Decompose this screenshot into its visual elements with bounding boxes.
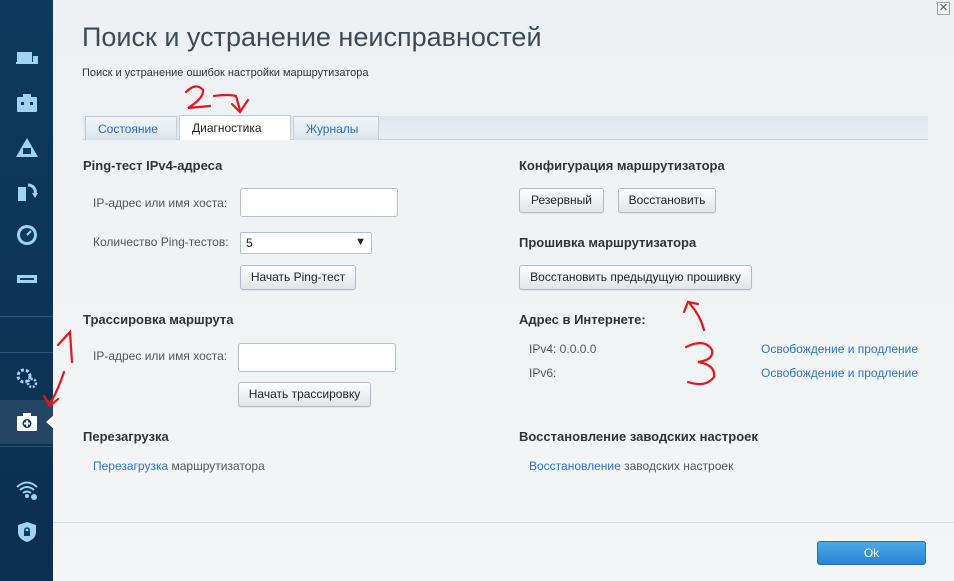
factory-text: заводских настроек (620, 459, 734, 473)
factory-reset-link[interactable]: Восстановление (529, 459, 621, 473)
sidebar-item-wifi[interactable] (0, 468, 53, 512)
ok-button[interactable]: Ok (817, 541, 926, 565)
sidebar-item-clock[interactable] (0, 213, 53, 257)
sidebar-item-toolbox[interactable] (0, 81, 53, 125)
page-subtitle: Поиск и устранение ошибок настройки марш… (82, 67, 369, 79)
ipv6-release-renew-link[interactable]: Освобождение и продление (761, 366, 918, 380)
sidebar-item-usb[interactable] (0, 257, 53, 301)
sidebar-item-security[interactable] (0, 510, 53, 554)
main-panel: ✕ Поиск и устранение неисправностей Поис… (53, 0, 954, 581)
ping-count-label: Количество Ping-тестов: (93, 235, 229, 249)
troubleshooting-icon (16, 413, 37, 431)
trace-host-input[interactable] (238, 343, 396, 372)
sidebar-item-update[interactable] (0, 170, 53, 214)
restore-previous-firmware-button[interactable]: Восстановить предыдущую прошивку (519, 265, 752, 290)
reboot-text: маршрутизатора (168, 459, 265, 473)
settings-icon (16, 368, 37, 389)
sidebar (0, 0, 54, 581)
factory-heading: Восстановление заводских настроек (519, 429, 758, 444)
ping-count-value: 5 (246, 236, 253, 250)
config-heading: Конфигурация маршрутизатора (519, 158, 725, 173)
page-title: Поиск и устранение неисправностей (82, 22, 542, 52)
internet-heading: Адрес в Интернете: (519, 312, 646, 327)
start-trace-button[interactable]: Начать трассировку (238, 382, 371, 407)
ping-host-label: IP-адрес или имя хоста: (93, 196, 228, 210)
backup-button[interactable]: Резервный (519, 188, 604, 213)
firmware-heading: Прошивка маршрутизатора (519, 235, 697, 250)
factory-row: Восстановление заводских настроек (529, 459, 733, 473)
tab-bar: Состояние Диагностика Журналы (83, 115, 928, 140)
ping-heading: Ping-тест IPv4-адреса (83, 158, 223, 173)
tab-logs[interactable]: Журналы (293, 116, 379, 140)
clock-icon (16, 225, 37, 245)
wifi-settings-icon (15, 481, 38, 500)
tab-status[interactable]: Состояние (85, 116, 177, 140)
ipv4-release-renew-link[interactable]: Освобождение и продление (761, 342, 918, 356)
trace-host-label: IP-адрес или имя хоста: (93, 349, 228, 363)
sidebar-item-network-map[interactable] (0, 126, 53, 170)
security-icon (17, 522, 36, 542)
ping-host-input[interactable] (240, 188, 398, 217)
ping-count-select[interactable]: 5 ▼ (240, 232, 372, 254)
chevron-down-icon: ▼ (355, 236, 366, 248)
sidebar-item-devices[interactable] (0, 37, 53, 81)
start-ping-button[interactable]: Начать Ping-тест (240, 265, 356, 290)
network-map-icon (15, 138, 38, 157)
sidebar-divider (0, 352, 53, 353)
ipv6-label: IPv6: (529, 366, 557, 380)
content-area: Ping-тест IPv4-адреса IP-адрес или имя х… (83, 140, 928, 524)
restore-button[interactable]: Восстановить (618, 188, 716, 213)
update-icon (17, 183, 38, 201)
devices-icon (15, 52, 38, 64)
reboot-row: Перезагрузка маршрутизатора (93, 459, 265, 473)
toolbox-icon (16, 94, 37, 112)
reboot-link[interactable]: Перезагрузка (93, 459, 168, 473)
sidebar-divider (0, 316, 53, 317)
close-icon[interactable]: ✕ (937, 2, 950, 15)
ipv4-label: IPv4: 0.0.0.0 (529, 342, 597, 356)
tab-diagnostics[interactable]: Диагностика (179, 115, 291, 140)
sidebar-item-settings[interactable] (0, 356, 53, 400)
footer-divider (53, 522, 954, 523)
usb-icon (16, 275, 37, 283)
reboot-heading: Перезагрузка (83, 429, 169, 444)
sidebar-divider (0, 446, 53, 447)
trace-heading: Трассировка маршрута (83, 312, 234, 327)
